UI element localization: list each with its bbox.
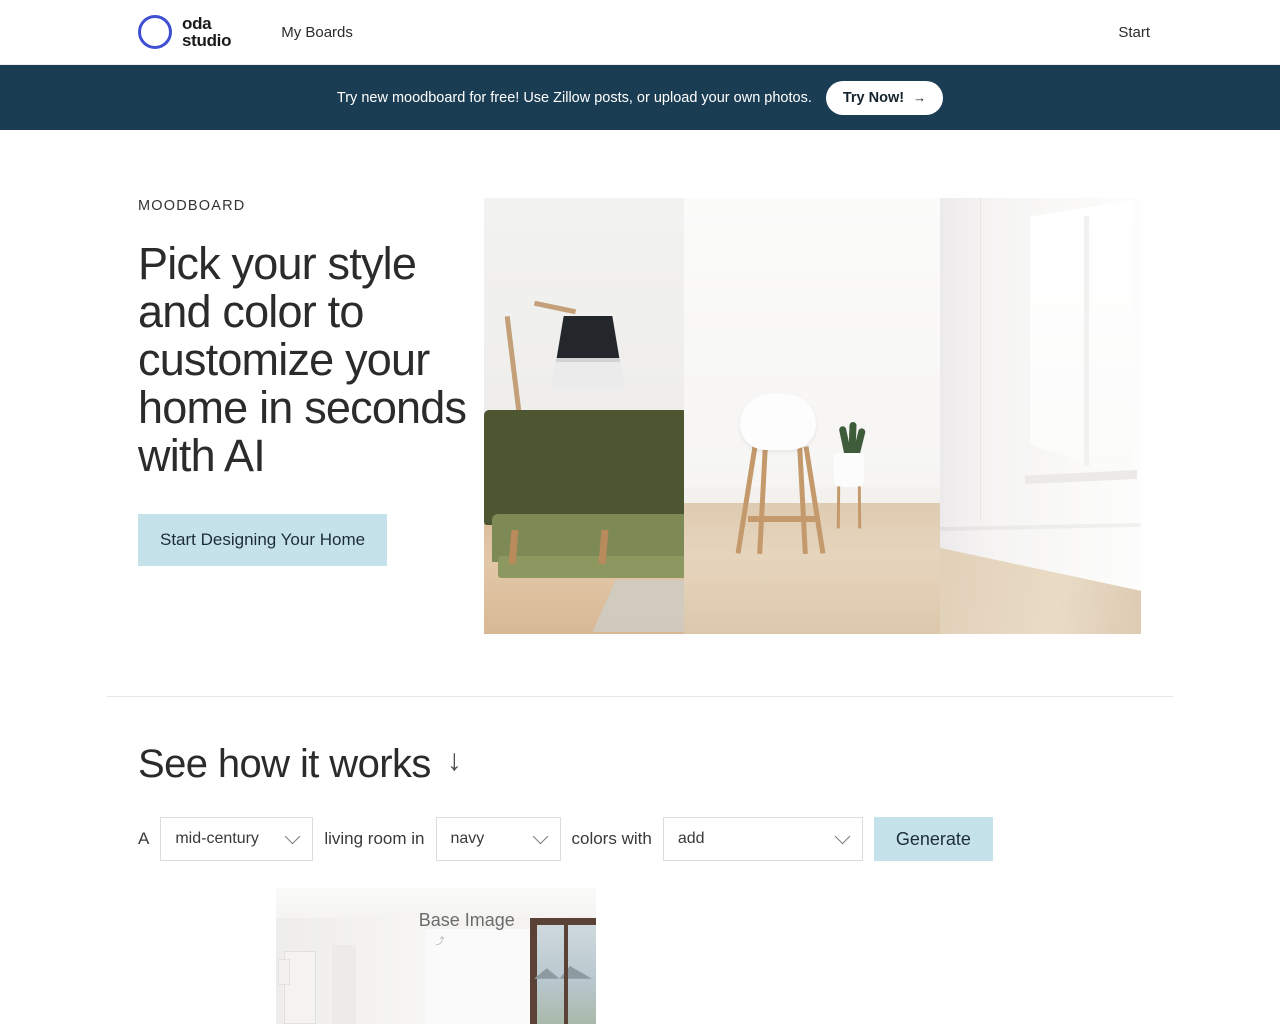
plant-stand	[836, 486, 862, 529]
chevron-down-icon	[532, 828, 548, 845]
try-now-button[interactable]: Try Now! →	[825, 80, 944, 115]
hero-eyebrow: MOODBOARD	[138, 198, 246, 214]
lamp-shade	[556, 316, 620, 362]
site-header: oda studio My Boards Start	[0, 0, 1280, 65]
stool-seat	[740, 394, 816, 450]
window-sill	[1025, 470, 1137, 484]
hero-photo-empty-room	[939, 198, 1141, 634]
brand-line-1: oda	[182, 14, 212, 33]
door-frame	[332, 945, 356, 1024]
lamp-arm	[533, 300, 577, 315]
window	[1030, 200, 1133, 478]
style-select-value: mid-century	[175, 830, 259, 847]
page-title: Pick your style and color to customize y…	[138, 238, 467, 481]
how-it-works-heading: See how it works ↓	[138, 742, 1280, 787]
base-image-thumbnail[interactable]: Base Image ⤴	[276, 888, 596, 1024]
promo-banner-text: Try new moodboard for free! Use Zillow p…	[336, 89, 812, 106]
section-divider	[107, 696, 1173, 697]
hero-image	[484, 198, 1141, 634]
hero-photo-sofa	[484, 198, 736, 634]
chevron-down-icon	[834, 828, 851, 845]
add-select[interactable]: add	[662, 817, 863, 861]
stool-rung	[748, 516, 820, 522]
style-select[interactable]: mid-century	[160, 817, 314, 861]
prompt-builder-row: A mid-century living room in navy colors…	[138, 817, 1280, 861]
wall-picture	[278, 958, 290, 985]
hero-section: MOODBOARD Pick your style and color to c…	[0, 130, 1280, 634]
how-it-works-section: See how it works ↓ A mid-century living …	[138, 742, 1280, 1024]
floor	[684, 503, 940, 634]
base-image-label: Base Image	[418, 910, 515, 930]
plant-pot	[834, 453, 864, 487]
color-select[interactable]: navy	[435, 817, 561, 861]
window-frame	[564, 920, 568, 1024]
color-select-value: navy	[450, 830, 485, 847]
prompt-tail-text: colors with	[571, 829, 652, 848]
baseboard	[939, 523, 1141, 532]
wall-corner	[980, 198, 981, 521]
try-now-label: Try Now!	[842, 89, 905, 106]
generate-button[interactable]: Generate	[873, 817, 993, 861]
sofa-seat	[498, 556, 688, 578]
hero-copy: MOODBOARD Pick your style and color to c…	[138, 198, 484, 634]
circle-ring-logo-icon	[138, 15, 172, 49]
hero-photo-chair	[684, 198, 940, 634]
arrow-right-icon: →	[913, 90, 927, 105]
nav-item-my-boards[interactable]: My Boards	[281, 24, 353, 41]
brand-line-2: studio	[182, 31, 232, 50]
lamp-shade-lower	[550, 358, 626, 388]
chevron-down-icon	[285, 828, 301, 845]
arrow-down-icon: ↓	[446, 743, 462, 777]
sofa-body	[484, 410, 689, 525]
prompt-lead-text: A	[138, 829, 150, 848]
window-mullion	[1084, 216, 1089, 466]
promo-banner: Try new moodboard for free! Use Zillow p…	[0, 65, 1280, 130]
start-designing-button[interactable]: Start Designing Your Home	[138, 514, 388, 566]
brand-logo[interactable]: oda studio	[138, 14, 232, 50]
add-select-value: add	[677, 830, 705, 847]
window	[530, 917, 596, 1024]
prompt-mid-text: living room in	[324, 829, 425, 848]
how-it-works-title-text: See how it works	[138, 742, 431, 786]
sofa-back	[492, 514, 688, 562]
nav-item-start[interactable]: Start	[1118, 24, 1150, 41]
floor	[940, 547, 1141, 634]
brand-name: oda studio	[182, 14, 232, 50]
base-image-sub-mark: ⤴	[435, 936, 445, 946]
